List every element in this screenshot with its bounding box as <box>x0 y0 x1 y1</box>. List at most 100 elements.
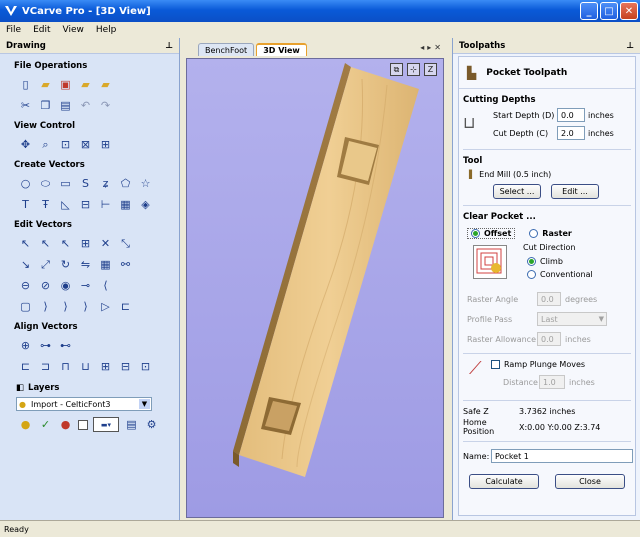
align-vertical-icon[interactable]: ⊷ <box>58 338 73 353</box>
array-icon[interactable]: ▦ <box>98 257 113 272</box>
pin-icon[interactable]: ⊥ <box>626 41 634 51</box>
close-vector-icon[interactable]: ⟩ <box>58 299 73 314</box>
lock-icon[interactable]: ● <box>58 417 73 432</box>
toolpath-name-input[interactable]: Pocket 1 <box>491 449 633 463</box>
interactive-select-icon[interactable]: ↖ <box>58 236 73 251</box>
minimize-button[interactable]: _ <box>580 2 598 20</box>
offset-radio[interactable]: Offset <box>467 227 516 239</box>
start-depth-input[interactable]: 0.0 <box>557 108 585 122</box>
pan-icon[interactable]: ✥ <box>18 137 33 152</box>
align-left-icon[interactable]: ⊏ <box>18 359 33 374</box>
tab-benchfoot[interactable]: BenchFoot <box>198 43 255 56</box>
ellipse-icon[interactable]: ⬭ <box>38 176 53 191</box>
polygon-icon[interactable]: ⬠ <box>118 176 133 191</box>
curve-fit-icon[interactable]: ⟩ <box>38 299 53 314</box>
profile-pass-select[interactable]: Last ▼ <box>537 312 607 326</box>
layer-dropdown[interactable]: ● Import - CelticFont3 ▼ <box>16 397 152 411</box>
paste-icon[interactable]: ▤ <box>58 98 73 113</box>
text-icon[interactable]: T <box>18 197 33 212</box>
bracket-icon[interactable]: ⊏ <box>118 299 133 314</box>
import-folder-icon[interactable]: ▰ <box>78 77 93 92</box>
weld-icon[interactable]: ⊖ <box>18 278 33 293</box>
trim-icon[interactable]: ⊸ <box>78 278 93 293</box>
3d-viewport[interactable]: ⧉ ⊹ Z <box>186 58 444 518</box>
transform-icon[interactable]: ⊞ <box>78 236 93 251</box>
tab-3d-view[interactable]: 3D View <box>256 43 307 56</box>
text-arc-icon[interactable]: ◺ <box>58 197 73 212</box>
conventional-radio[interactable]: Conventional <box>527 266 593 282</box>
delete-vector-icon[interactable]: ✕ <box>98 236 113 251</box>
align-page-icon[interactable]: ⊡ <box>138 359 153 374</box>
cut-icon[interactable]: ✂ <box>18 98 33 113</box>
star-icon[interactable]: ☆ <box>138 176 153 191</box>
close-form-button[interactable]: Close <box>555 474 625 489</box>
intersect-icon[interactable]: ◉ <box>58 278 73 293</box>
layer-tools-icon[interactable]: ⚙ <box>144 417 159 432</box>
distribute-h-icon[interactable]: ⊞ <box>98 359 113 374</box>
visibility-bulb-icon[interactable]: ● <box>18 417 33 432</box>
calculate-button[interactable]: Calculate <box>469 474 539 489</box>
fillet-icon[interactable]: ⟨ <box>98 278 113 293</box>
ramp-checkbox[interactable]: Ramp Plunge Moves <box>491 356 585 372</box>
align-top-icon[interactable]: ⊓ <box>58 359 73 374</box>
polyline-icon[interactable]: S <box>78 176 93 191</box>
copy-icon[interactable]: ❐ <box>38 98 53 113</box>
check-icon[interactable]: ✓ <box>38 417 53 432</box>
smooth-icon[interactable]: ⟩ <box>78 299 93 314</box>
dimension-icon[interactable]: ⊢ <box>98 197 113 212</box>
spiral-icon[interactable]: ʑ <box>98 176 113 191</box>
z-view-icon[interactable]: Z <box>424 63 437 76</box>
node-edit-icon[interactable]: ↖ <box>38 236 53 251</box>
axes-view-icon[interactable]: ⊹ <box>407 63 420 76</box>
open-folder-icon[interactable]: ▰ <box>38 77 53 92</box>
export-folder-icon[interactable]: ▰ <box>98 77 113 92</box>
menu-view[interactable]: View <box>63 25 84 35</box>
align-bottom-icon[interactable]: ⊔ <box>78 359 93 374</box>
iso-view-icon[interactable]: ⧉ <box>390 63 403 76</box>
rectangle-icon[interactable]: ▭ <box>58 176 73 191</box>
menu-file[interactable]: File <box>6 25 21 35</box>
align-horizontal-icon[interactable]: ⊶ <box>38 338 53 353</box>
menu-help[interactable]: Help <box>96 25 117 35</box>
save-icon[interactable]: ▣ <box>58 77 73 92</box>
offset-vector-icon[interactable]: ◈ <box>138 197 153 212</box>
raster-allowance-input[interactable]: 0.0 <box>537 332 561 346</box>
undo-icon[interactable]: ↶ <box>78 98 93 113</box>
layer-properties-icon[interactable]: ▤ <box>124 417 139 432</box>
chevron-down-icon[interactable]: ▼ <box>139 399 150 409</box>
zoom-extents-icon[interactable]: ⊞ <box>98 137 113 152</box>
rotate-icon[interactable]: ↻ <box>58 257 73 272</box>
zoom-selection-icon[interactable]: ⊠ <box>78 137 93 152</box>
measure-icon[interactable]: ⤡ <box>118 236 133 251</box>
bitmap-trace-icon[interactable]: ▦ <box>118 197 133 212</box>
move-icon[interactable]: ↘ <box>18 257 33 272</box>
align-right-icon[interactable]: ⊐ <box>38 359 53 374</box>
tab-controls[interactable]: ◂▸✕ <box>420 43 444 52</box>
text-box-icon[interactable]: Ŧ <box>38 197 53 212</box>
raster-angle-input[interactable]: 0.0 <box>537 292 561 306</box>
join-icon[interactable]: ⚯ <box>118 257 133 272</box>
line-style-dropdown[interactable]: ▬▾ <box>93 417 119 432</box>
boundary-icon[interactable]: ▢ <box>18 299 33 314</box>
mirror-icon[interactable]: ⇋ <box>78 257 93 272</box>
edit-tool-button[interactable]: Edit ... <box>551 184 599 199</box>
raster-radio[interactable]: Raster <box>529 228 572 238</box>
close-button[interactable]: ✕ <box>620 2 638 20</box>
pin-icon[interactable]: ⊥ <box>165 41 173 51</box>
maximize-button[interactable]: □ <box>600 2 618 20</box>
distribute-v-icon[interactable]: ⊟ <box>118 359 133 374</box>
select-tool-button[interactable]: Select ... <box>493 184 541 199</box>
subtract-icon[interactable]: ⊘ <box>38 278 53 293</box>
menu-edit[interactable]: Edit <box>33 25 50 35</box>
ramp-distance-input[interactable]: 1.0 <box>539 375 565 389</box>
circle-icon[interactable]: ○ <box>18 176 33 191</box>
node-join-icon[interactable]: ▷ <box>98 299 113 314</box>
align-center-icon[interactable]: ⊕ <box>18 338 33 353</box>
zoom-box-icon[interactable]: ⊡ <box>58 137 73 152</box>
select-icon[interactable]: ↖ <box>18 236 33 251</box>
text-fit-icon[interactable]: ⊟ <box>78 197 93 212</box>
color-swatch[interactable] <box>78 419 88 430</box>
scale-icon[interactable]: ⤢ <box>38 257 53 272</box>
zoom-icon[interactable]: ⌕ <box>38 137 53 152</box>
new-file-icon[interactable]: ▯ <box>18 77 33 92</box>
